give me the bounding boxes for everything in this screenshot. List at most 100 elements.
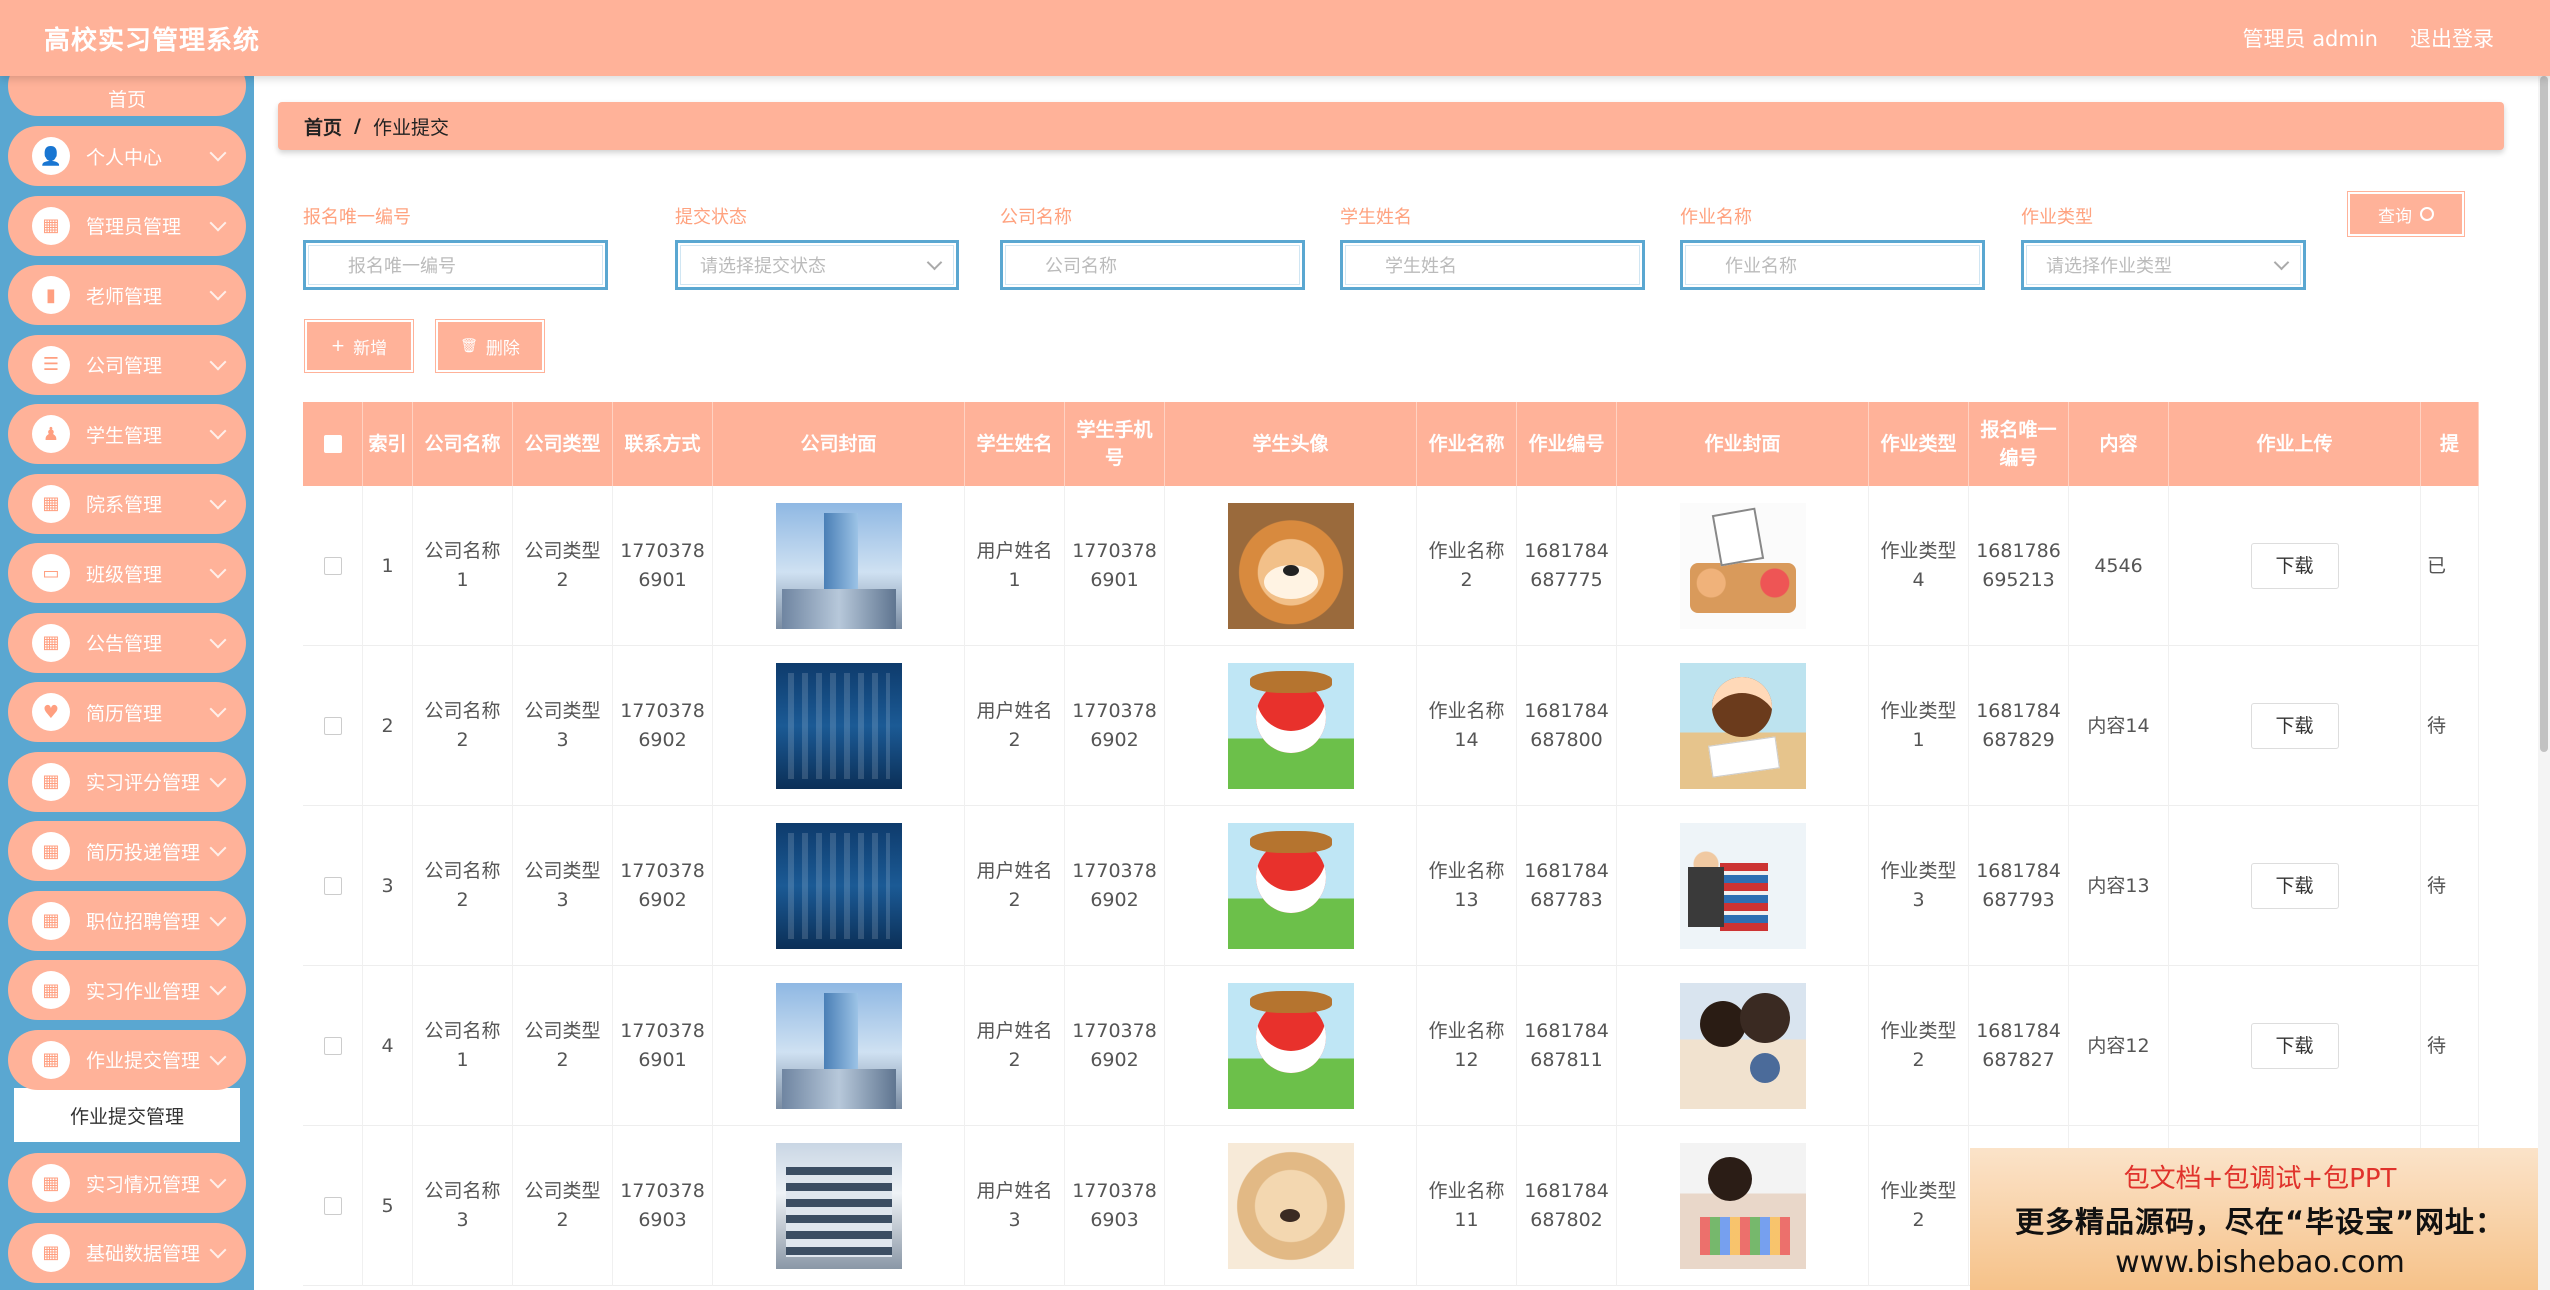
column-header: 学生头像 — [1165, 402, 1417, 486]
row-checkbox[interactable] — [323, 717, 342, 735]
sidebar-item-10[interactable]: ▦ 简历投递管理 — [8, 821, 246, 881]
chevron-down-icon — [209, 631, 227, 648]
sidebar-item-14[interactable]: ▦ 实习情况管理 — [8, 1153, 246, 1213]
search-input-4[interactable]: 作业名称 — [1680, 240, 1985, 290]
header-actions: 管理员 admin 退出登录 — [2243, 23, 2494, 53]
search-input-3[interactable]: 学生姓名 — [1340, 240, 1645, 290]
row-checkbox[interactable] — [323, 877, 342, 895]
chevron-down-icon — [209, 561, 227, 579]
table-cell: 作业类型2 — [1869, 966, 1969, 1126]
sidebar-item-8[interactable]: ♥ 简历管理 — [8, 682, 246, 742]
table-cell: 17703786902 — [613, 806, 713, 966]
sidebar-item-11[interactable]: ▦ 职位招聘管理 — [8, 890, 246, 951]
table-cell — [713, 1126, 965, 1286]
sidebar-item-label: 简历投递管理 — [86, 841, 201, 864]
search-select-5[interactable]: 请选择作业类型 — [2021, 240, 2306, 290]
table-cell: 作业类型1 — [1869, 646, 1969, 806]
sidebar-item-label: 老师管理 — [86, 285, 163, 308]
table-cell — [713, 486, 965, 646]
download-button[interactable]: 下载 — [2250, 863, 2339, 909]
sidebar-item-9[interactable]: ▦ 实习评分管理 — [8, 751, 246, 812]
table-cell: 17703786901 — [613, 966, 713, 1126]
cell-text: 1681784687827 — [1976, 1020, 2061, 1071]
table-cell: 公司类型3 — [513, 806, 613, 966]
table-cell — [1165, 646, 1417, 806]
sidebar-item-13[interactable]: ▦ 作业提交管理 — [8, 1029, 246, 1090]
download-button[interactable]: 下载 — [2250, 543, 2339, 589]
query-button-label: 查询 — [2378, 206, 2412, 227]
search-placeholder: 报名唯一编号 — [348, 256, 456, 277]
row-checkbox[interactable] — [323, 1037, 342, 1055]
search-input-2[interactable]: 公司名称 — [1000, 240, 1305, 290]
cell-text: 作业类型2 — [1880, 1020, 1957, 1071]
breadcrumb-home[interactable]: 首页 — [304, 113, 342, 140]
sidebar-item-0[interactable]: 👤 个人中心 — [8, 126, 246, 186]
table-cell: 下载 — [2169, 486, 2421, 646]
scrollbar-thumb[interactable] — [2540, 76, 2548, 752]
delete-button[interactable]: 🗑 删除 — [436, 320, 544, 372]
table-cell: 2 — [363, 646, 413, 806]
sidebar-item-4[interactable]: ♟ 学生管理 — [8, 404, 246, 464]
search-label-4: 作业名称 — [1680, 207, 1752, 228]
cell-text: 公司名称2 — [424, 700, 501, 751]
sidebar-subitem-homework-submit[interactable]: 作业提交管理 — [14, 1088, 240, 1142]
sidebar-item-6[interactable]: ▭ 班级管理 — [8, 543, 246, 603]
cell-text: 公司名称1 — [424, 540, 501, 591]
logout-link[interactable]: 退出登录 — [2410, 23, 2494, 53]
chevron-down-icon — [209, 1241, 227, 1258]
cell-text: 2 — [381, 714, 394, 737]
cell-text: 1681784687793 — [1976, 860, 2061, 911]
sidebar-item-2[interactable]: ▮ 老师管理 — [8, 265, 246, 325]
row-checkbox[interactable] — [323, 1197, 342, 1215]
sidebar-item-7[interactable]: ▦ 公告管理 — [8, 612, 246, 673]
row-checkbox[interactable] — [323, 557, 342, 575]
table-cell: 公司名称1 — [413, 486, 513, 646]
cell-text: 作业名称14 — [1428, 700, 1505, 751]
table-cell: 17703786903 — [1065, 1126, 1165, 1286]
cell-text: 作业名称13 — [1428, 860, 1505, 911]
sidebar-item-12[interactable]: ▦ 实习作业管理 — [8, 960, 246, 1020]
table-cell: 17703786902 — [1065, 966, 1165, 1126]
chevron-down-icon — [209, 144, 227, 162]
cell-text: 作业类型1 — [1880, 700, 1957, 751]
table-row: 3 公司名称2 公司类型3 17703786902 用户姓名2 17703786902 作业… — [303, 806, 2479, 966]
table-cell: 公司类型3 — [513, 646, 613, 806]
sidebar-item-label: 管理员管理 — [86, 216, 182, 238]
table-cell: 公司类型2 — [513, 486, 613, 646]
search-select-1[interactable]: 请选择提交状态 — [675, 240, 959, 290]
cell-text: 待 — [2427, 714, 2447, 737]
grid-icon: ▦ — [32, 1040, 70, 1079]
sidebar-item-1[interactable]: ▦ 管理员管理 — [8, 195, 246, 256]
download-button[interactable]: 下载 — [2250, 1023, 2339, 1069]
select-all-checkbox[interactable] — [323, 435, 342, 453]
table-cell: 1681784687829 — [1969, 646, 2069, 806]
column-header: 作业上传 — [2169, 402, 2421, 486]
sidebar-item-label: 公司管理 — [86, 355, 163, 377]
search-input-0[interactable]: 报名唯一编号 — [303, 240, 608, 290]
table-cell: 1681784687802 — [1517, 1126, 1617, 1286]
breadcrumb-current: 作业提交 — [372, 116, 449, 139]
sidebar-item-3[interactable]: ☰ 公司管理 — [8, 334, 246, 395]
sidebar-item-5[interactable]: ▦ 院系管理 — [8, 473, 246, 534]
select-all-cell[interactable] — [303, 402, 363, 486]
cell-text: 17703786902 — [1072, 700, 1157, 751]
table-cell: 内容12 — [2069, 966, 2169, 1126]
column-header: 提 — [2421, 402, 2479, 486]
vertical-scrollbar[interactable] — [2538, 76, 2550, 1290]
query-button[interactable]: 查询 — [2348, 192, 2464, 236]
table-cell — [303, 966, 363, 1126]
chevron-down-icon — [209, 492, 227, 509]
cell-text: 作业类型4 — [1880, 540, 1957, 591]
table-cell: 公司类型2 — [513, 1126, 613, 1286]
chevron-down-icon — [926, 254, 943, 270]
cell-text: 内容13 — [2087, 874, 2150, 897]
search-label-1: 提交状态 — [675, 207, 747, 228]
download-button[interactable]: 下载 — [2250, 703, 2339, 749]
table-cell: 下载 — [2169, 966, 2421, 1126]
cell-text: 公司名称2 — [424, 860, 501, 911]
student-avatar-image — [1227, 503, 1354, 629]
sidebar-item-15[interactable]: ▦ 基础数据管理 — [8, 1222, 246, 1283]
sidebar-item-home[interactable]: 首页 — [8, 76, 246, 116]
homework-cover-image — [1679, 663, 1806, 789]
add-button[interactable]: + 新增 — [305, 320, 413, 372]
